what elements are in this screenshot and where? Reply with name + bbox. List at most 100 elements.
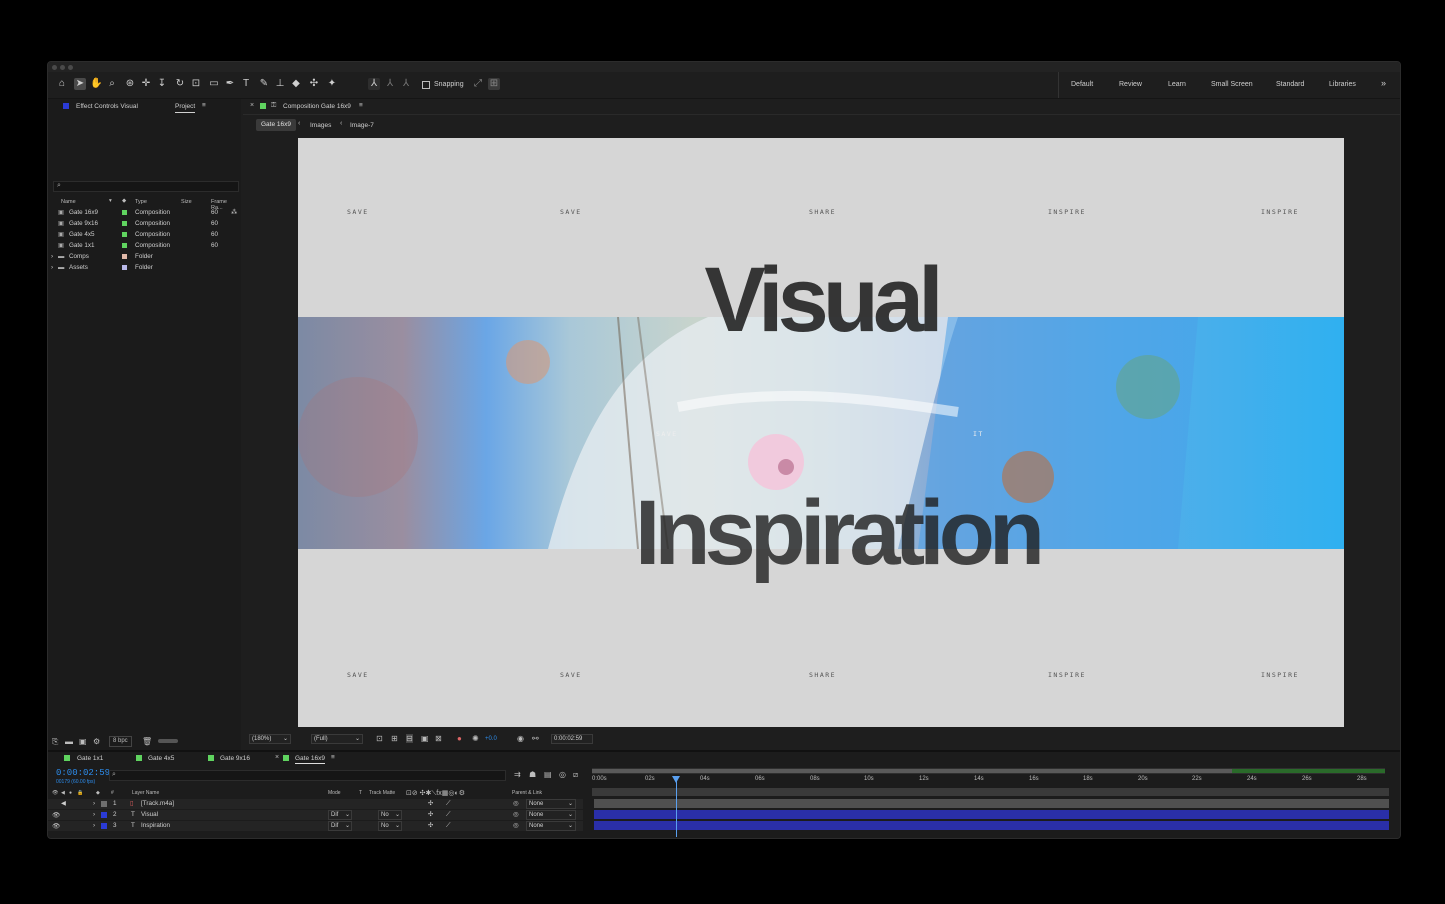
channel-icon[interactable]: ⊠ xyxy=(435,734,442,743)
puppet-pin-icon[interactable]: ✦ xyxy=(326,78,338,90)
mode-dropdown[interactable]: Dif ⌄ xyxy=(328,821,352,831)
workspace-libraries[interactable]: Libraries xyxy=(1329,81,1356,88)
audio-icon[interactable]: ◀ xyxy=(61,790,65,796)
label-icon[interactable]: ◆ xyxy=(96,790,100,796)
clone-stamp-icon[interactable]: ⊥ xyxy=(274,78,286,90)
label-swatch[interactable] xyxy=(122,221,127,226)
trash-icon[interactable]: 🗑 xyxy=(142,737,152,746)
tab-effect-controls[interactable]: Effect Controls Visual xyxy=(76,103,138,110)
zoom-window-icon[interactable] xyxy=(68,65,73,70)
flowchart-icon[interactable]: ⁂ xyxy=(231,209,237,216)
world-axis-icon[interactable]: ⅄ xyxy=(384,78,396,90)
playhead-line[interactable] xyxy=(676,777,677,837)
tab-composition[interactable]: Composition Gate 16x9 xyxy=(283,103,351,110)
work-area-bar[interactable] xyxy=(592,769,1232,773)
pickwhip-icon[interactable]: ◎ xyxy=(513,822,519,829)
expand-chevron-icon[interactable]: › xyxy=(51,253,53,260)
project-item-gate-16x9[interactable]: ▣ Gate 16x9 Composition 60 ⁂ xyxy=(53,207,239,218)
column-track-matte[interactable]: Track Matte xyxy=(369,790,395,796)
view-axis-icon[interactable]: ⅄ xyxy=(400,78,412,90)
track-matte-dropdown[interactable]: No ⌄ xyxy=(378,810,402,820)
track-matte-dropdown[interactable]: No ⌄ xyxy=(378,821,402,831)
project-item-gate-1x1[interactable]: ▣ Gate 1x1 Composition 60 xyxy=(53,240,239,251)
close-tab-icon[interactable]: × xyxy=(275,754,279,761)
local-axis-icon[interactable]: ⅄ xyxy=(368,78,380,90)
audio-icon[interactable]: ◀ xyxy=(61,800,66,807)
tab-project[interactable]: Project xyxy=(175,103,196,113)
work-area-track[interactable] xyxy=(592,768,1385,774)
new-folder-icon[interactable]: ▬ xyxy=(65,737,73,746)
snapping-checkbox[interactable] xyxy=(422,81,430,89)
layer-bar-track-m4a[interactable] xyxy=(594,799,1389,808)
expand-chevron-icon[interactable]: › xyxy=(51,264,53,271)
zoom-tool-icon[interactable]: ⌕ xyxy=(106,78,118,90)
transparency-grid-icon[interactable]: ⊞ xyxy=(391,734,398,743)
project-item-assets-folder[interactable]: › ▬ Assets Folder xyxy=(51,262,239,273)
layer-row[interactable]: 👁 › 2 T Visual Dif ⌄ No ⌄ ✣ ⟋ ◎ None ⌄ xyxy=(48,810,583,820)
layer-label-swatch[interactable] xyxy=(101,812,107,818)
layer-label-swatch[interactable] xyxy=(101,823,107,829)
label-swatch[interactable] xyxy=(122,232,127,237)
mask-visibility-icon[interactable]: ▣ xyxy=(421,734,429,743)
breadcrumb-gate-16x9[interactable]: Gate 16x9 xyxy=(256,119,296,131)
minimize-window-icon[interactable] xyxy=(60,65,65,70)
time-graph[interactable]: 0:00s 02s 04s 06s 08s 10s 12s 14s 16s 18… xyxy=(592,768,1392,838)
show-snapshot-icon[interactable]: ⚯ xyxy=(532,734,539,743)
panel-menu-icon[interactable]: ≡ xyxy=(331,754,335,761)
thumbnail-slider[interactable] xyxy=(158,739,178,743)
workspace-review[interactable]: Review xyxy=(1119,81,1142,88)
column-mode[interactable]: Mode xyxy=(328,790,341,796)
column-type[interactable]: Type xyxy=(135,199,147,205)
lock-icon[interactable]: 🔒 xyxy=(77,790,83,796)
layer-search-input[interactable]: ⌕ xyxy=(109,770,506,781)
tab-gate-9x16[interactable]: Gate 9x16 xyxy=(220,755,250,762)
breadcrumb-images[interactable]: Images xyxy=(310,122,331,129)
rectangle-tool-icon[interactable]: ▭ xyxy=(208,78,220,90)
label-swatch[interactable] xyxy=(122,210,127,215)
visibility-eye-icon[interactable]: 👁 xyxy=(52,811,60,819)
new-composition-icon[interactable]: ▣ xyxy=(79,737,87,746)
visibility-eye-icon[interactable]: 👁 xyxy=(52,822,60,830)
current-time-display[interactable]: 0:00:02:59 xyxy=(551,734,593,744)
project-item-gate-4x5[interactable]: ▣ Gate 4x5 Composition 60 xyxy=(53,229,239,240)
selection-tool-icon[interactable]: ➤ xyxy=(74,78,86,90)
hand-tool-icon[interactable]: ✋ xyxy=(90,78,102,90)
mode-dropdown[interactable]: Dif ⌄ xyxy=(328,810,352,820)
workspace-standard[interactable]: Standard xyxy=(1276,81,1304,88)
label-swatch[interactable] xyxy=(122,254,127,259)
label-swatch[interactable] xyxy=(122,265,127,270)
pen-tool-icon[interactable]: ✒ xyxy=(224,78,236,90)
column-parent-link[interactable]: Parent & Link xyxy=(512,790,542,796)
motion-blur-icon[interactable]: ◎ xyxy=(559,770,566,779)
layer-row[interactable]: ◀ › 1 ▯ [Track.m4a] ✣ ⟋ ◎ None ⌄ xyxy=(48,799,583,809)
anchor-switch-icon[interactable]: ✣ xyxy=(428,822,433,829)
tab-gate-1x1[interactable]: Gate 1x1 xyxy=(77,755,103,762)
pickwhip-icon[interactable]: ◎ xyxy=(513,811,519,818)
workspace-small-screen[interactable]: Small Screen xyxy=(1211,81,1253,88)
close-window-icon[interactable] xyxy=(52,65,57,70)
exposure-value[interactable]: +0.0 xyxy=(485,736,497,742)
breadcrumb-image-7[interactable]: Image-7 xyxy=(350,122,374,129)
layer-name[interactable]: [Track.m4a] xyxy=(141,800,174,807)
layer-name[interactable]: Inspiration xyxy=(141,822,170,829)
roto-brush-icon[interactable]: ✣ xyxy=(308,78,320,90)
pan-camera-icon[interactable]: ✛ xyxy=(140,78,152,90)
region-of-interest-icon[interactable]: ⊡ xyxy=(376,734,383,743)
shy-layers-icon[interactable]: ☗ xyxy=(529,770,536,779)
project-item-comps-folder[interactable]: › ▬ Comps Folder xyxy=(51,251,239,262)
bpc-button[interactable]: 8 bpc xyxy=(109,736,132,747)
panel-menu-icon[interactable]: ≡ xyxy=(359,102,363,109)
pickwhip-icon[interactable]: ◎ xyxy=(513,800,519,807)
expand-chevron-icon[interactable]: › xyxy=(93,822,95,829)
interpret-footage-icon[interactable]: ⎘ xyxy=(52,737,58,747)
label-swatch[interactable] xyxy=(122,243,127,248)
workspace-overflow-icon[interactable]: » xyxy=(1381,78,1386,88)
layer-row[interactable]: 👁 › 3 T Inspiration Dif ⌄ No ⌄ ✣ ⟋ ◎ None ⌄ xyxy=(48,821,583,831)
layer-bar-inspiration[interactable] xyxy=(594,821,1389,830)
parent-dropdown[interactable]: None ⌄ xyxy=(526,821,576,831)
layer-label-swatch[interactable] xyxy=(101,801,107,807)
anchor-switch-icon[interactable]: ✣ xyxy=(428,811,433,818)
solo-icon[interactable]: ● xyxy=(69,790,72,796)
column-size[interactable]: Size xyxy=(181,199,192,205)
expand-chevron-icon[interactable]: › xyxy=(93,811,95,818)
